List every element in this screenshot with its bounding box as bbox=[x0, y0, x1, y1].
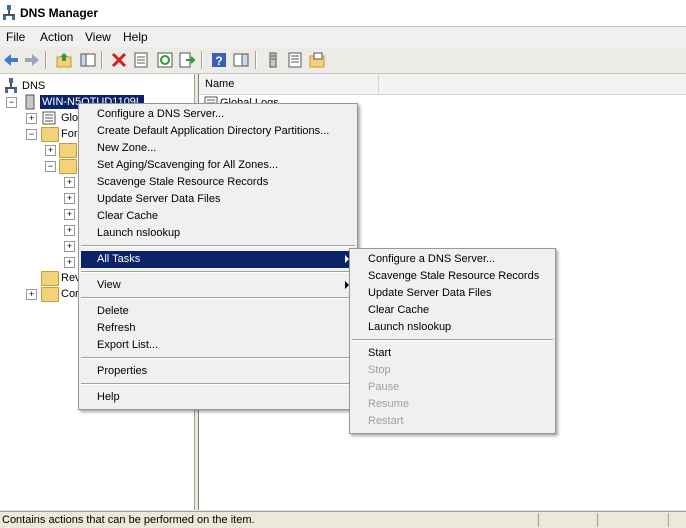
forward-arrow-icon[interactable] bbox=[23, 51, 41, 69]
menu-all-tasks[interactable]: All Tasks bbox=[81, 251, 355, 268]
show-hide-tree-icon[interactable] bbox=[79, 51, 97, 69]
back-arrow-icon[interactable] bbox=[2, 51, 20, 69]
list-icon[interactable] bbox=[286, 51, 304, 69]
submenu-stop: Stop bbox=[368, 364, 391, 376]
expand-icon[interactable]: + bbox=[45, 145, 56, 156]
menu-clear-cache[interactable]: Clear Cache bbox=[81, 208, 355, 225]
submenu-configure-dns-server[interactable]: Configure a DNS Server... bbox=[352, 251, 553, 268]
column-separator[interactable] bbox=[378, 74, 379, 94]
column-header-name[interactable]: Name bbox=[205, 78, 234, 90]
properties-icon[interactable] bbox=[132, 51, 150, 69]
toolbar-separator bbox=[101, 51, 103, 69]
menu-delete[interactable]: Delete bbox=[81, 303, 355, 320]
dns-icon bbox=[5, 78, 17, 93]
status-separator bbox=[668, 513, 670, 527]
submenu-update-server-data-files[interactable]: Update Server Data Files bbox=[352, 285, 553, 302]
menu-separator bbox=[81, 383, 355, 385]
toolbar-separator bbox=[45, 51, 47, 69]
svg-text:?: ? bbox=[215, 54, 222, 68]
server-icon[interactable] bbox=[264, 51, 282, 69]
tree-item-label: Glo bbox=[61, 112, 79, 124]
menu-help[interactable]: Help bbox=[123, 30, 148, 44]
toolbar-separator bbox=[255, 51, 257, 69]
menu-separator bbox=[81, 297, 355, 299]
toolbar-separator bbox=[201, 51, 203, 69]
menu-bar: File Action View Help bbox=[0, 27, 686, 47]
status-text: Contains actions that can be performed o… bbox=[2, 514, 255, 526]
menu-view[interactable]: View bbox=[81, 277, 355, 294]
expand-icon[interactable]: + bbox=[64, 209, 75, 220]
collapse-icon[interactable]: − bbox=[6, 97, 17, 108]
menu-update-server-data-files[interactable]: Update Server Data Files bbox=[81, 191, 355, 208]
menu-separator bbox=[81, 357, 355, 359]
expand-icon[interactable]: + bbox=[26, 289, 37, 300]
expand-icon[interactable]: + bbox=[64, 225, 75, 236]
toolbar: ? bbox=[0, 47, 686, 74]
title-bar: DNS Manager bbox=[0, 0, 686, 27]
column-header: Name bbox=[199, 74, 686, 95]
menu-properties[interactable]: Properties bbox=[81, 363, 355, 380]
tree-item-label: For bbox=[61, 128, 78, 140]
folder-icon bbox=[41, 127, 59, 142]
help-icon[interactable]: ? bbox=[210, 51, 228, 69]
expand-icon[interactable]: + bbox=[64, 193, 75, 204]
menu-launch-nslookup[interactable]: Launch nslookup bbox=[81, 225, 355, 242]
status-separator bbox=[597, 513, 599, 527]
collapse-icon[interactable]: − bbox=[26, 129, 37, 140]
menu-file[interactable]: File bbox=[6, 30, 25, 44]
log-icon bbox=[42, 111, 56, 125]
menu-create-default-partitions[interactable]: Create Default Application Directory Par… bbox=[81, 123, 355, 140]
menu-view[interactable]: View bbox=[85, 30, 111, 44]
folder-icon bbox=[41, 287, 59, 302]
up-folder-icon[interactable] bbox=[55, 51, 73, 69]
folder-icon[interactable] bbox=[308, 51, 326, 69]
collapse-icon[interactable]: − bbox=[45, 161, 56, 172]
submenu-launch-nslookup[interactable]: Launch nslookup bbox=[352, 319, 553, 336]
delete-icon[interactable] bbox=[110, 51, 128, 69]
menu-new-zone[interactable]: New Zone... bbox=[81, 140, 355, 157]
tree-item-label: Cor bbox=[61, 288, 79, 300]
expand-icon[interactable]: + bbox=[64, 241, 75, 252]
submenu-resume: Resume bbox=[368, 398, 409, 410]
dns-app-icon bbox=[3, 5, 15, 20]
submenu-start[interactable]: Start bbox=[352, 345, 553, 362]
show-action-pane-icon[interactable] bbox=[232, 51, 250, 69]
menu-separator bbox=[352, 339, 553, 341]
tree-item-label: DNS bbox=[22, 80, 46, 92]
submenu-clear-cache[interactable]: Clear Cache bbox=[352, 302, 553, 319]
refresh-icon[interactable] bbox=[156, 51, 174, 69]
window-title: DNS Manager bbox=[20, 6, 99, 20]
all-tasks-submenu: Configure a DNS Server... Scavenge Stale… bbox=[349, 248, 556, 434]
menu-export-list[interactable]: Export List... bbox=[81, 337, 355, 354]
menu-configure-dns-server[interactable]: Configure a DNS Server... bbox=[81, 106, 355, 123]
zone-folder-icon bbox=[59, 143, 77, 158]
menu-action[interactable]: Action bbox=[40, 30, 73, 44]
zone-folder-icon bbox=[59, 159, 77, 174]
menu-help[interactable]: Help bbox=[81, 389, 355, 406]
export-list-icon[interactable] bbox=[178, 51, 196, 69]
menu-set-aging-scavenging[interactable]: Set Aging/Scavenging for All Zones... bbox=[81, 157, 355, 174]
status-bar: Contains actions that can be performed o… bbox=[0, 511, 686, 528]
menu-separator bbox=[81, 271, 355, 273]
submenu-pause: Pause bbox=[368, 381, 400, 393]
folder-icon bbox=[41, 271, 59, 286]
expand-icon[interactable]: + bbox=[64, 177, 75, 188]
status-separator bbox=[538, 513, 540, 527]
server-icon bbox=[25, 94, 35, 110]
expand-icon[interactable]: + bbox=[26, 113, 37, 124]
expand-icon[interactable]: + bbox=[64, 257, 75, 268]
context-menu: Configure a DNS Server... Create Default… bbox=[78, 103, 358, 410]
submenu-scavenge-stale-records[interactable]: Scavenge Stale Resource Records bbox=[352, 268, 553, 285]
menu-separator bbox=[81, 245, 355, 247]
menu-refresh[interactable]: Refresh bbox=[81, 320, 355, 337]
submenu-restart: Restart bbox=[368, 415, 404, 427]
menu-scavenge-stale-records[interactable]: Scavenge Stale Resource Records bbox=[81, 174, 355, 191]
